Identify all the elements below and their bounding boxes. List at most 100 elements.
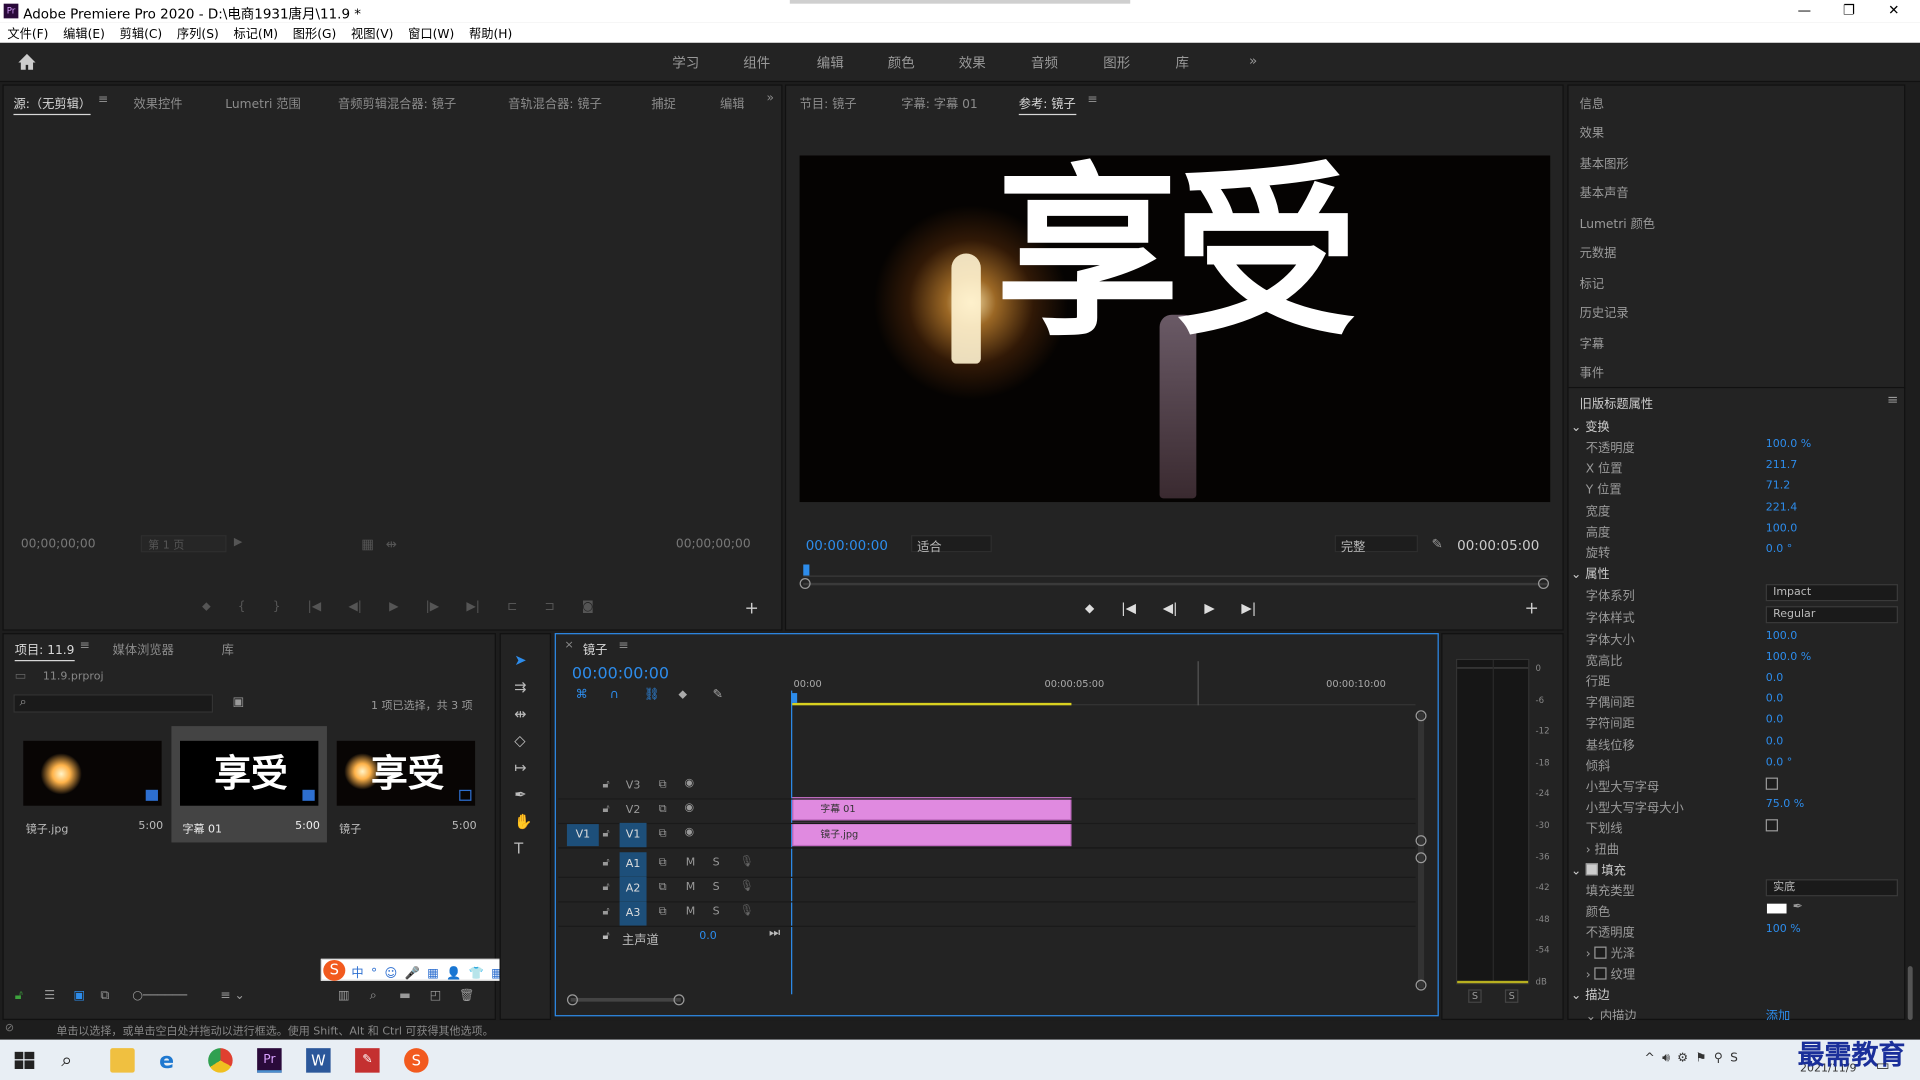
menu-graphics[interactable]: 图形(G) xyxy=(293,23,337,41)
panel-overflow-icon[interactable]: » xyxy=(767,92,775,105)
ime-toolbar[interactable]: S 中°☺🎤▦👤👕▦ xyxy=(320,958,525,981)
program-timecode[interactable]: 00:00:00:00 xyxy=(806,538,888,554)
workspace-editing[interactable]: 编辑 xyxy=(817,53,844,73)
sheen-section[interactable]: › 光泽 xyxy=(1586,943,1635,961)
panel-markers[interactable]: 标记 xyxy=(1580,273,1604,291)
export-frame-icon[interactable]: ◙ xyxy=(582,600,594,617)
close-icon[interactable]: ✕ xyxy=(1888,2,1899,18)
lock-icon[interactable]: 🔓︎ xyxy=(602,857,609,869)
settings-icon[interactable]: ⇹ xyxy=(386,538,397,551)
color-swatch[interactable] xyxy=(1766,903,1787,914)
work-area-bar[interactable] xyxy=(791,702,1072,706)
microphone-icon[interactable]: 🎙︎ xyxy=(740,880,754,892)
next-page-icon[interactable]: ▶ xyxy=(234,537,242,549)
step-back-icon[interactable]: ◀| xyxy=(1163,600,1178,617)
workspace-audio[interactable]: 音频 xyxy=(1031,53,1058,73)
snap-icon[interactable]: ∩ xyxy=(610,688,619,701)
add-button-icon[interactable]: + xyxy=(1525,600,1539,617)
selection-tool-icon[interactable]: ➤ xyxy=(514,651,526,668)
tab-media-browser[interactable]: 媒体浏览器 xyxy=(113,639,174,657)
mute-button[interactable]: M xyxy=(686,857,696,869)
track-target[interactable]: A1 xyxy=(619,852,647,877)
zoom-icon[interactable]: ▦ xyxy=(361,538,374,551)
workspace-graphics[interactable]: 图形 xyxy=(1103,53,1130,73)
new-item-icon[interactable]: ◰ xyxy=(430,989,442,1002)
solo-button[interactable]: S xyxy=(713,882,720,894)
scroll-handle[interactable] xyxy=(1415,835,1427,847)
zoom-scrollbar[interactable] xyxy=(803,582,1548,586)
mark-in-icon[interactable]: { xyxy=(238,600,246,617)
system-tray-icons[interactable]: ^🔊︎⚙⚑⚲S xyxy=(1645,1052,1746,1065)
solo-button[interactable]: S xyxy=(713,906,720,918)
font-family-select[interactable]: Impact xyxy=(1765,584,1898,602)
step-back-icon[interactable]: ◀| xyxy=(348,600,362,617)
fit-select[interactable]: 适合 xyxy=(911,535,992,555)
transform-prop-value[interactable]: 100.0 % xyxy=(1766,438,1812,450)
tab-edit[interactable]: 编辑 xyxy=(720,93,744,111)
underline-checkbox[interactable] xyxy=(1765,819,1778,832)
tab-audio-track-mixer[interactable]: 音轨混合器: 镜子 xyxy=(508,93,602,111)
stroke-section[interactable]: ⌄ 描边 xyxy=(1571,984,1610,1002)
menu-help[interactable]: 帮助(H) xyxy=(469,23,512,41)
tab-menu-icon[interactable]: ≡ xyxy=(618,639,628,652)
maximize-icon[interactable]: ❐ xyxy=(1843,2,1855,18)
trash-icon[interactable]: 🗑︎ xyxy=(459,989,475,1002)
tab-libraries[interactable]: 库 xyxy=(222,639,234,657)
hand-tool-icon[interactable]: ✋ xyxy=(514,813,532,830)
properties-scrollbar[interactable] xyxy=(1907,966,1913,1021)
font-style-select[interactable]: Regular xyxy=(1765,606,1898,624)
find-icon[interactable]: ⌕ xyxy=(370,989,377,1002)
tab-lumetri-scopes[interactable]: Lumetri 范围 xyxy=(225,93,300,111)
scroll-handle[interactable] xyxy=(1415,852,1427,864)
tab-title[interactable]: 字幕: 字幕 01 xyxy=(901,93,977,111)
timeline-horizontal-scrollbar[interactable] xyxy=(570,997,681,1002)
project-item[interactable]: 享受 镜子 5:00 xyxy=(328,726,484,842)
distort-section[interactable]: › 扭曲 xyxy=(1586,839,1619,857)
texture-checkbox[interactable] xyxy=(1594,967,1607,980)
sheen-checkbox[interactable] xyxy=(1594,946,1607,959)
sync-lock-icon[interactable]: ⧉ xyxy=(659,828,667,840)
tab-reference[interactable]: 参考: 镜子 xyxy=(1018,93,1076,116)
text-prop-value[interactable]: 100.0 % xyxy=(1766,652,1812,664)
mark-out-icon[interactable]: } xyxy=(273,600,281,617)
timeline-clip-title[interactable]: 字幕 01 xyxy=(792,797,1072,821)
scroll-handle[interactable] xyxy=(1415,710,1427,722)
text-prop-value[interactable]: 0.0 ° xyxy=(1766,756,1793,768)
mute-button[interactable]: M xyxy=(686,906,696,918)
timeline-clip-image[interactable]: 镜子.jpg xyxy=(792,822,1072,847)
panel-captions[interactable]: 字幕 xyxy=(1580,333,1604,351)
scroll-handle[interactable] xyxy=(1415,979,1427,991)
new-bin-icon[interactable]: ▬ xyxy=(399,989,411,1002)
program-time-ruler[interactable] xyxy=(803,562,1548,577)
premiere-taskbar-icon[interactable]: Pr xyxy=(257,1048,282,1073)
timeline-timecode[interactable]: 00:00:00:00 xyxy=(572,665,669,683)
go-to-end-icon[interactable]: ⏭ xyxy=(769,927,780,940)
menu-window[interactable]: 窗口(W) xyxy=(408,23,454,41)
microphone-icon[interactable]: 🎙︎ xyxy=(740,856,754,868)
solo-button[interactable]: S xyxy=(1504,989,1519,1003)
tab-project[interactable]: 项目: 11.9 xyxy=(14,639,75,662)
insert-icon[interactable]: ⊏ xyxy=(507,600,517,617)
texture-section[interactable]: › 纹理 xyxy=(1586,964,1635,982)
play-icon[interactable]: ▶ xyxy=(1204,600,1214,617)
panel-events[interactable]: 事件 xyxy=(1580,362,1604,380)
lock-icon[interactable]: 🔓︎ xyxy=(602,906,609,918)
text-prop-value[interactable]: 0.0 xyxy=(1766,693,1784,705)
tab-capture[interactable]: 捕捉 xyxy=(651,93,675,111)
source-page-select[interactable]: 第 1 页 xyxy=(140,535,227,553)
lock-icon[interactable]: 🔓︎ xyxy=(602,779,609,791)
transform-prop-value[interactable]: 71.2 xyxy=(1766,480,1791,492)
timeline-settings-icon[interactable]: ✎ xyxy=(713,688,723,701)
sync-lock-icon[interactable]: ⧉ xyxy=(659,906,667,918)
workspace-color[interactable]: 颜色 xyxy=(888,53,915,73)
sync-lock-icon[interactable]: ⧉ xyxy=(659,882,667,894)
lock-icon[interactable]: 🔓︎ xyxy=(602,931,609,943)
go-to-in-icon[interactable]: |◀ xyxy=(308,600,322,617)
lock-icon[interactable]: 🔓︎ xyxy=(602,828,609,840)
go-to-out-icon[interactable]: ▶| xyxy=(466,600,480,617)
drawing-app-icon[interactable]: ✎ xyxy=(355,1048,380,1073)
playhead-handle[interactable] xyxy=(791,693,798,703)
panel-metadata[interactable]: 元数据 xyxy=(1580,242,1617,260)
text-prop-value[interactable]: 100.0 xyxy=(1766,631,1798,643)
solo-button[interactable]: S xyxy=(1468,989,1482,1003)
